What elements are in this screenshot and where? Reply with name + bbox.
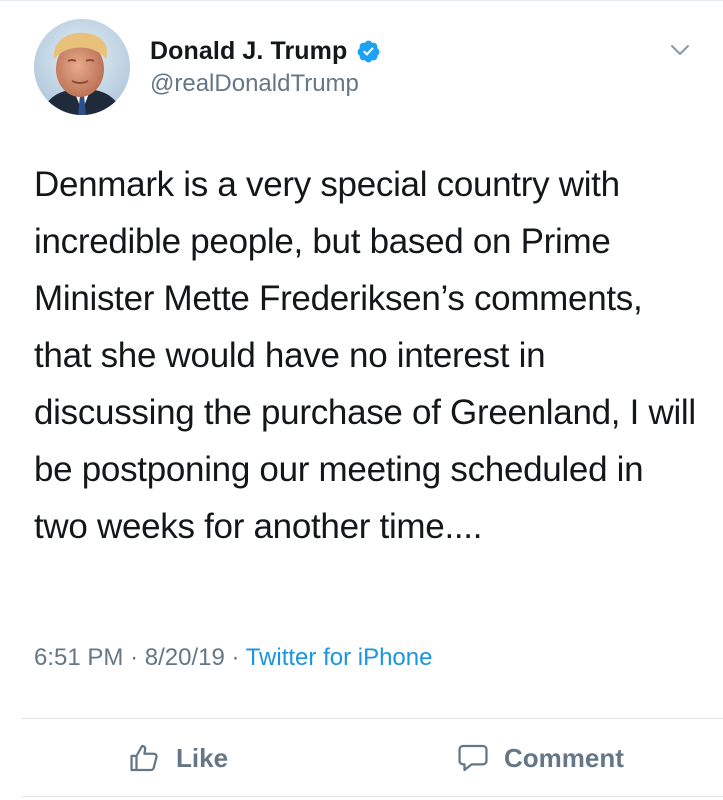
tweet-date[interactable]: 8/20/19 [145, 644, 225, 671]
thumbs-up-icon [130, 744, 158, 772]
meta-separator: · [130, 644, 139, 671]
author-display-name[interactable]: Donald J. Trump [150, 37, 347, 66]
avatar[interactable] [34, 19, 130, 115]
tweet-source-link[interactable]: Twitter for iPhone [246, 644, 433, 671]
actions-bottom-divider [22, 796, 723, 797]
tweet-metadata: 6:51 PM · 8/20/19 · Twitter for iPhone [34, 644, 432, 672]
author-name-row: Donald J. Trump [150, 36, 381, 66]
meta-separator: · [231, 644, 240, 671]
like-button[interactable]: Like [128, 740, 228, 776]
top-divider [0, 0, 723, 1]
speech-bubble-icon [458, 744, 488, 772]
comment-button[interactable]: Comment [456, 740, 624, 776]
author-handle[interactable]: @realDonaldTrump [150, 70, 359, 98]
tweet-time[interactable]: 6:51 PM [34, 644, 123, 671]
tweet-text: Denmark is a very special country with i… [34, 165, 696, 546]
comment-label: Comment [504, 742, 624, 773]
like-label: Like [176, 742, 229, 773]
chevron-down-icon[interactable] [670, 43, 690, 57]
verified-badge-icon [356, 39, 381, 64]
tweet-screenshot: Donald J. Trump @realDonaldTrump Denmark… [0, 0, 723, 800]
avatar-image [34, 19, 130, 115]
actions-top-divider [22, 718, 723, 719]
